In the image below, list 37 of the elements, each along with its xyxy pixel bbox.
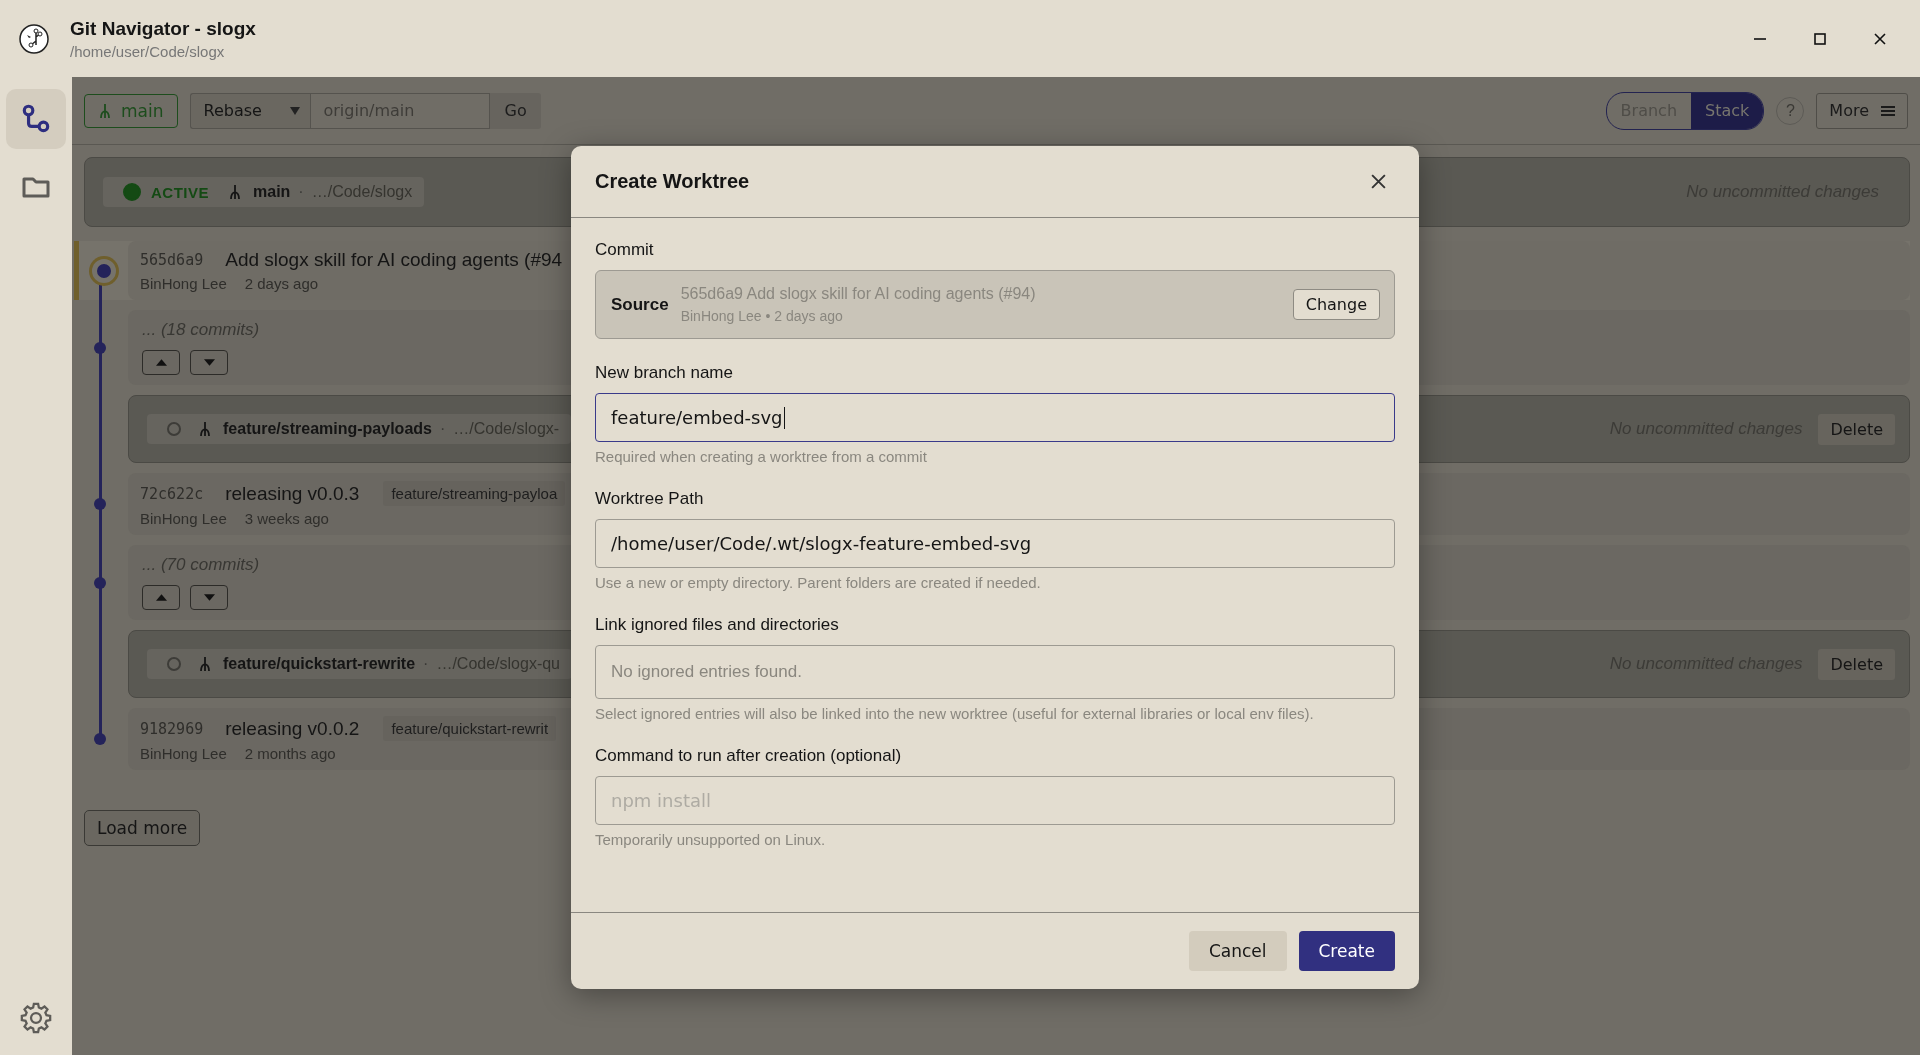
branch-name: main xyxy=(253,183,291,201)
commit-hash: 565d6a9 xyxy=(140,251,204,269)
source-meta: BinHong Lee • 2 days ago xyxy=(680,308,844,324)
commit-author: BinHong Lee xyxy=(140,275,227,292)
commit-hash: 72c622c xyxy=(140,484,204,503)
source-label: Source xyxy=(611,294,669,315)
field-hint: Temporarily unsupported on Linux. xyxy=(595,831,827,848)
status-label: ACTIVE xyxy=(151,183,209,201)
separator: · xyxy=(298,183,304,201)
field-label: Link ignored files and directories xyxy=(595,615,840,635)
separator: · xyxy=(439,420,446,438)
branch-name: feature/quickstart-rewrite xyxy=(223,655,416,673)
branch-tag: feature/quickstart-rewrit xyxy=(383,716,557,741)
commit-time: 2 days ago xyxy=(244,275,319,292)
commit-time: 2 months ago xyxy=(244,745,336,762)
dialog-title: Create Worktree xyxy=(595,170,750,193)
commit-message: releasing v0.0.2 xyxy=(225,717,360,740)
commit-hash: 9182969 xyxy=(140,719,204,738)
window-path: /home/user/Code/slogx xyxy=(70,42,226,60)
field-label: Command to run after creation (optional) xyxy=(595,746,903,766)
field-hint: Select ignored entries will also be linked into the new worktree (useful for external libraries or local env files). xyxy=(595,705,1315,722)
commit-message: releasing v0.0.3 xyxy=(225,482,360,505)
branch-name: feature/streaming-payloads xyxy=(223,420,432,438)
branch-tag: feature/streaming-payloa xyxy=(383,481,566,506)
commit-message: Add slogx skill for AI coding agents (#94 xyxy=(225,249,563,271)
commit-author: BinHong Lee xyxy=(140,510,227,527)
commit-time: 3 weeks ago xyxy=(244,510,329,527)
empty-message: No ignored entries found. xyxy=(611,662,802,682)
field-label: Worktree Path xyxy=(595,489,705,509)
source-commit: 565d6a9 Add slogx skill for AI coding agents (#94) xyxy=(680,285,1036,303)
window-title: Git Navigator - slogx xyxy=(70,17,256,40)
commit-author: BinHong Lee xyxy=(140,745,227,762)
field-label: New branch name xyxy=(595,363,734,383)
field-label: Commit xyxy=(595,240,655,260)
field-hint: Required when creating a worktree from a commit xyxy=(595,448,928,465)
separator: · xyxy=(423,655,429,673)
field-hint: Use a new or empty directory. Parent folders are created if needed. xyxy=(595,574,1042,591)
